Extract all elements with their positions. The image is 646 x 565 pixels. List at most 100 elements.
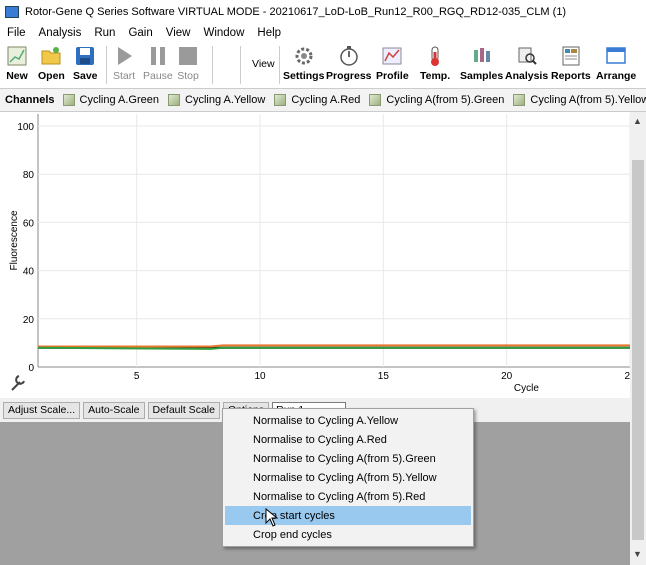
profile-button[interactable]: Profile <box>376 45 409 85</box>
stop-icon <box>177 45 199 67</box>
save-label: Save <box>73 70 98 82</box>
x-axis-label: Cycle <box>514 383 539 394</box>
channel-tab-label: Cycling A.Red <box>291 94 361 106</box>
channel-tab[interactable]: Cycling A(from 5).Green <box>369 94 504 106</box>
reports-button[interactable]: Reports <box>551 45 591 85</box>
window-title: Rotor-Gene Q Series Software VIRTUAL MOD… <box>25 6 567 18</box>
channel-tab-label: Cycling A.Green <box>79 94 159 106</box>
adjust-scale-button[interactable]: Adjust Scale... <box>3 401 81 419</box>
new-button[interactable]: New <box>6 45 28 85</box>
progress-label: Progress <box>326 70 372 82</box>
toolbar-separator <box>106 46 107 84</box>
chart-canvas: 020406080100510152025CycleFluorescence <box>9 114 636 394</box>
x-tick-label: 15 <box>378 371 390 382</box>
series-line <box>38 344 630 348</box>
wrench-icon-path <box>11 375 25 391</box>
temp-button[interactable]: Temp. <box>420 45 450 85</box>
channels-bar: Channels Cycling A.Green Cycling A.Yello… <box>0 89 646 112</box>
pause-icon <box>147 45 169 67</box>
channel-tab[interactable]: Cycling A(from 5).Yellow <box>513 94 646 106</box>
save-button[interactable]: Save <box>73 45 98 85</box>
menu-run[interactable]: Run <box>87 27 121 39</box>
menu-help[interactable]: Help <box>250 27 287 39</box>
arrange-button[interactable]: Arrange <box>596 45 636 85</box>
fluorescence-chart: 020406080100510152025CycleFluorescence <box>0 112 636 398</box>
channel-icon <box>513 94 526 106</box>
view-label: View <box>252 58 275 70</box>
menu-item-normalise-yellow[interactable]: Normalise to Cycling A.Yellow <box>225 411 471 430</box>
menu-window[interactable]: Window <box>196 27 250 39</box>
menu-view[interactable]: View <box>159 27 197 39</box>
options-context-menu: Normalise to Cycling A.Yellow Normalise … <box>222 408 474 547</box>
channel-tab-label: Cycling A.Yellow <box>185 94 266 106</box>
analysis-label: Analysis <box>505 70 549 82</box>
toolbar-separator <box>240 46 241 84</box>
menu-item-crop-start-cycles[interactable]: Crop start cycles <box>225 506 471 525</box>
settings-button[interactable]: Settings <box>283 45 324 85</box>
app-icon <box>5 6 19 18</box>
default-scale-button[interactable]: Default Scale <box>147 401 220 419</box>
new-chart-icon <box>6 45 28 67</box>
stop-label: Stop <box>177 70 199 82</box>
menu-item-normalise-from5-red[interactable]: Normalise to Cycling A(from 5).Red <box>225 487 471 506</box>
scrollbar-thumb[interactable] <box>632 160 644 540</box>
thermometer-icon <box>424 45 446 67</box>
folder-icon <box>40 45 62 67</box>
channel-tab[interactable]: Cycling A.Red <box>274 94 360 106</box>
scroll-up-icon[interactable]: ▲ <box>633 116 642 126</box>
toolbar-separator <box>279 46 280 84</box>
open-button[interactable]: Open <box>38 45 65 85</box>
channel-icon <box>369 94 382 106</box>
y-axis-label: Fluorescence <box>9 210 20 270</box>
y-tick-label: 60 <box>23 218 35 229</box>
play-icon <box>113 45 135 67</box>
scroll-down-icon[interactable]: ▼ <box>633 549 642 559</box>
y-tick-label: 20 <box>23 315 35 326</box>
report-icon <box>560 45 582 67</box>
menu-gain[interactable]: Gain <box>121 27 158 39</box>
toolbar-separator <box>212 46 213 84</box>
settings-label: Settings <box>283 70 325 82</box>
samples-label: Samples <box>460 70 504 82</box>
y-tick-label: 80 <box>23 170 35 181</box>
stopwatch-icon <box>338 45 360 67</box>
channel-tab-label: Cycling A(from 5).Yellow <box>530 94 646 106</box>
wrench-icon <box>11 375 25 391</box>
channel-icon <box>274 94 287 106</box>
new-label: New <box>6 70 28 82</box>
menu-item-normalise-from5-yellow[interactable]: Normalise to Cycling A(from 5).Yellow <box>225 468 471 487</box>
mouse-cursor-icon <box>265 508 279 527</box>
profile-label: Profile <box>376 70 409 82</box>
pause-button[interactable]: Pause <box>143 45 173 85</box>
menu-item-normalise-from5-green[interactable]: Normalise to Cycling A(from 5).Green <box>225 449 471 468</box>
channel-icon <box>62 94 75 106</box>
channels-label: Channels <box>5 94 55 106</box>
menu-analysis[interactable]: Analysis <box>32 27 88 39</box>
y-tick-label: 100 <box>17 122 34 133</box>
toolbar: New Open Save Start Pause Stop View Sett… <box>0 42 646 89</box>
samples-tubes-icon <box>471 45 493 67</box>
title-bar: Rotor-Gene Q Series Software VIRTUAL MOD… <box>0 0 646 24</box>
channel-icon <box>168 94 180 106</box>
start-button[interactable]: Start <box>113 45 135 85</box>
channel-tab-label: Cycling A(from 5).Green <box>386 94 505 106</box>
channel-tab[interactable]: Cycling A.Yellow <box>168 94 265 106</box>
channel-tab[interactable]: Cycling A.Green <box>62 94 159 106</box>
menu-file[interactable]: File <box>0 27 32 39</box>
reports-label: Reports <box>551 70 591 82</box>
progress-button[interactable]: Progress <box>326 45 372 85</box>
floppy-disk-icon <box>74 45 96 67</box>
vertical-scrollbar[interactable]: ▲ ▼ <box>630 112 646 565</box>
window-arrange-icon <box>605 45 627 67</box>
y-tick-label: 40 <box>23 267 35 278</box>
stop-button[interactable]: Stop <box>177 45 199 85</box>
analysis-icon <box>516 45 538 67</box>
menu-item-normalise-red[interactable]: Normalise to Cycling A.Red <box>225 430 471 449</box>
samples-button[interactable]: Samples <box>460 45 503 85</box>
auto-scale-button[interactable]: Auto-Scale <box>83 401 145 419</box>
profile-chart-icon <box>381 45 403 67</box>
menu-item-crop-end-cycles[interactable]: Crop end cycles <box>225 525 471 544</box>
x-tick-label: 20 <box>501 371 513 382</box>
analysis-button[interactable]: Analysis <box>505 45 548 85</box>
temp-label: Temp. <box>420 70 451 82</box>
